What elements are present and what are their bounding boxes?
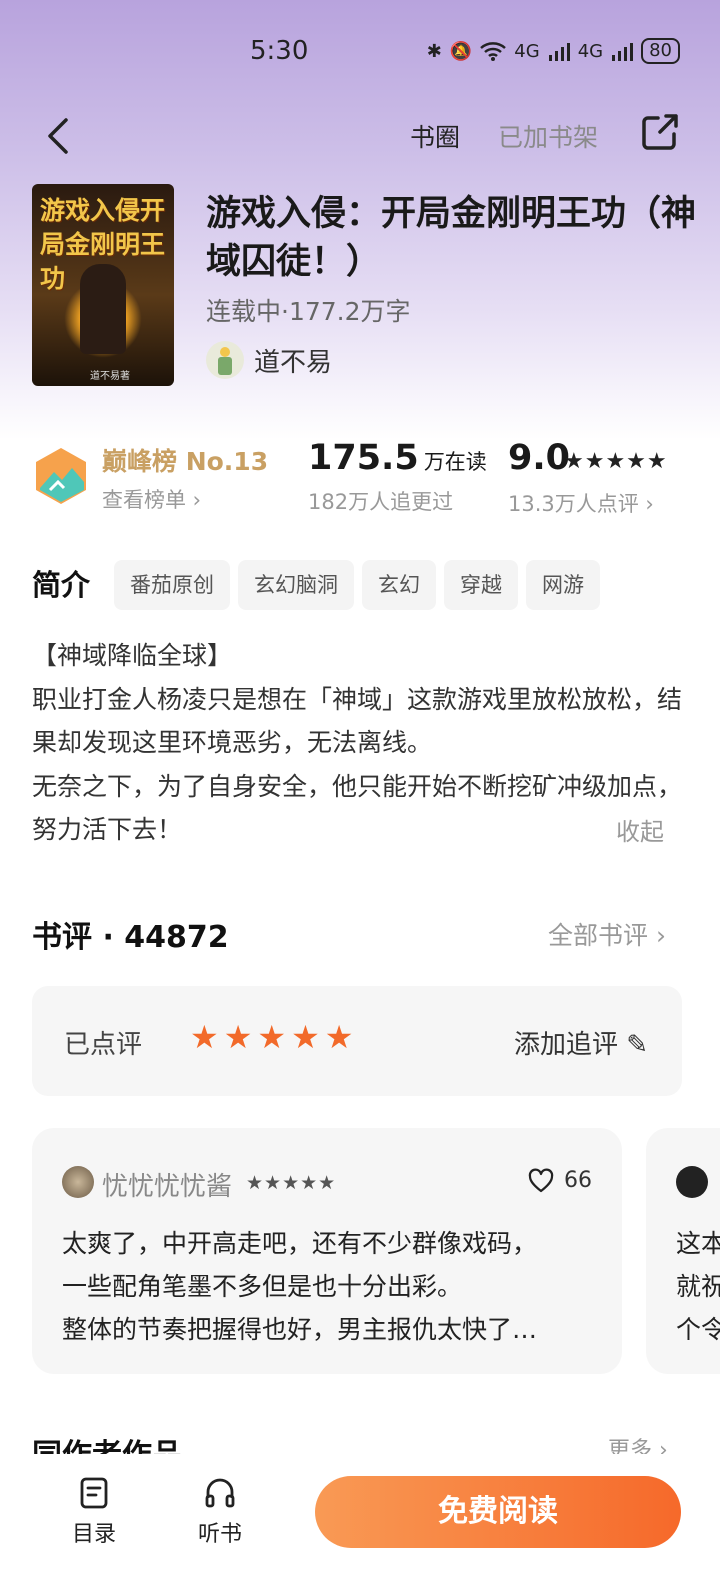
review-body: 这本 就祝 个令 (676, 1229, 720, 1344)
follow-count: 182万人追更过 (308, 490, 454, 514)
reviewer-avatar (676, 1166, 708, 1198)
tag-item[interactable]: 番茄原创 (114, 560, 230, 610)
rank-name[interactable]: 巅峰榜 No.13 (102, 442, 268, 478)
listen-label: 听书 (197, 1522, 242, 1547)
all-reviews-link[interactable]: 全部书评 › (548, 916, 666, 952)
cover-author: 道不易著 (90, 371, 130, 382)
rank-badge-icon[interactable] (32, 446, 90, 506)
signal-bars-icon (548, 43, 570, 61)
author-name: 道不易 (254, 347, 333, 378)
toc-button[interactable]: 目录 (54, 1476, 134, 1548)
book-circle-link[interactable]: 书圈 (410, 118, 460, 154)
bluetooth-icon: ✱ (426, 40, 442, 62)
tag-item[interactable]: 网游 (526, 560, 600, 610)
cover-title: 游戏入侵开局金刚明王功 (40, 196, 166, 293)
author-row[interactable]: 道不易 (206, 340, 332, 380)
book-cover[interactable]: 游戏入侵开局金刚明王功 道不易著 (32, 184, 174, 386)
top-bar: 书圈 已加书架 (0, 110, 720, 160)
review-body: 太爽了，中开高走吧，还有不少群像戏码， 一些配角笔墨不多但是也十分出彩。 整体的… (62, 1229, 538, 1344)
reviews-heading: 书评 · 44872 (32, 920, 229, 955)
headphones-icon (205, 1478, 235, 1508)
intro-text: 【神域降临全球】 职业打金人杨凌只是想在「神域」这款游戏里放松放松，结果却发现这… (32, 641, 683, 844)
tag-item[interactable]: 玄幻脑洞 (238, 560, 354, 610)
mute-icon: 🔕 (449, 40, 473, 62)
bottom-bar: 目录 听书 免费阅读 (0, 1454, 720, 1584)
toc-icon (80, 1477, 108, 1509)
reading-number: 175.5 (308, 438, 419, 478)
status-bar: 5:30 ✱ 🔕 4G 4G 80 (0, 34, 720, 74)
book-score: 9.0 (508, 438, 571, 478)
battery-icon: 80 (641, 38, 680, 64)
score-stars: ★★★★★ (564, 449, 668, 474)
status-time: 5:30 (250, 36, 309, 66)
status-icons: ✱ 🔕 4G 4G 80 (427, 38, 680, 64)
book-detail-page: 5:30 ✱ 🔕 4G 4G 80 书圈 已加书架 游戏入侵开局金刚明王功 道不… (0, 0, 720, 1584)
heart-icon[interactable] (528, 1168, 554, 1194)
rated-label: 已点评 (64, 1030, 143, 1060)
tag-list: 番茄原创 玄幻脑洞 玄幻 穿越 网游 (114, 560, 600, 610)
add-follow-review-button[interactable]: 添加追评 ✎ (514, 1024, 648, 1061)
reading-unit: 万在读 (423, 450, 487, 474)
added-to-shelf-button[interactable]: 已加书架 (498, 118, 598, 154)
back-arrow-icon[interactable] (40, 114, 76, 158)
listen-button[interactable]: 听书 (180, 1476, 260, 1548)
share-icon[interactable] (640, 112, 680, 152)
review-card[interactable]: 这本 就祝 个令 (646, 1128, 720, 1374)
free-read-button[interactable]: 免费阅读 (315, 1476, 681, 1548)
reviewer-stars: ★★★★★ (246, 1172, 337, 1194)
reviewer-avatar (62, 1166, 94, 1198)
reviewer-name[interactable]: 忧忧忧忧酱 (102, 1166, 232, 1203)
signal-icon-2: 4G (577, 40, 604, 62)
book-title: 游戏入侵：开局金刚明王功（神域囚徒！） (206, 194, 697, 282)
intro-heading: 简介 (32, 568, 91, 602)
tag-item[interactable]: 玄幻 (362, 560, 436, 610)
my-rating-box: 已点评 ★★★★★ 添加追评 ✎ (32, 986, 682, 1096)
reviewer-count-link[interactable]: 13.3万人点评 › (508, 488, 654, 518)
collapse-button[interactable]: 收起 (616, 812, 664, 847)
book-status: 连载中·177.2万字 (206, 297, 411, 326)
signal-icon: 4G (514, 40, 540, 62)
like-count: 66 (564, 1168, 592, 1193)
toc-label: 目录 (71, 1522, 116, 1547)
view-rank-link[interactable]: 查看榜单 › (102, 484, 201, 514)
tag-item[interactable]: 穿越 (444, 560, 518, 610)
signal-bars-icon-2 (612, 43, 634, 61)
review-card[interactable]: 忧忧忧忧酱 ★★★★★ 66 太爽了，中开高走吧，还有不少群像戏码， 一些配角笔… (32, 1128, 622, 1374)
wifi-icon (480, 42, 507, 61)
author-avatar (206, 341, 244, 379)
rating-stars[interactable]: ★★★★★ (190, 1018, 358, 1056)
reading-count: 175.5 万在读 (308, 438, 487, 478)
